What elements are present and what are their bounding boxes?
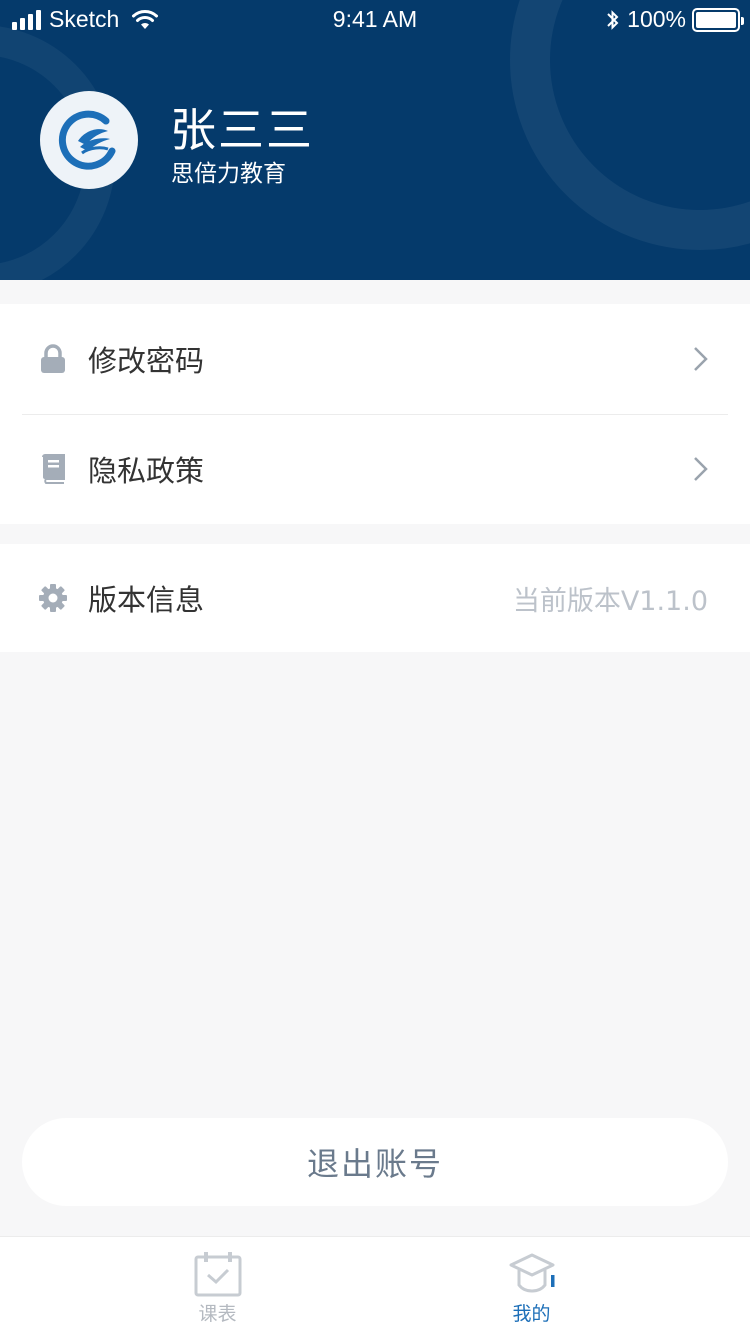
chevron-right-icon [694, 457, 708, 481]
status-bar: Sketch 9:41 AM 100% [0, 0, 750, 40]
chevron-right-icon [694, 347, 708, 371]
tab-mine[interactable]: 我的 [344, 1237, 719, 1336]
version-info-label: 版本信息 [88, 583, 205, 617]
tab-mine-label: 我的 [512, 1303, 551, 1325]
user-name: 张三三 [170, 103, 314, 157]
battery-icon [692, 7, 744, 32]
change-password-label: 修改密码 [88, 344, 205, 378]
tab-schedule-label: 课表 [198, 1303, 237, 1325]
change-password-row[interactable]: 修改密码 [0, 304, 750, 414]
version-info-row[interactable]: 版本信息 当前版本V1.1.0 [0, 544, 750, 652]
settings-group-app: 版本信息 当前版本V1.1.0 [0, 544, 750, 652]
book-icon [38, 454, 68, 484]
tab-bar: 课表 我的 [0, 1236, 750, 1336]
avatar[interactable] [40, 91, 138, 189]
logout-button[interactable]: 退出账号 [22, 1118, 728, 1206]
calendar-check-icon [194, 1252, 241, 1297]
privacy-policy-row[interactable]: 隐私政策 [0, 414, 750, 524]
gear-icon [38, 583, 68, 613]
profile-header: Sketch 9:41 AM 100% 张三三 思倍力教育 [0, 0, 750, 280]
user-organization: 思倍力教育 [171, 161, 286, 187]
version-value: 当前版本V1.1.0 [512, 585, 708, 617]
graduation-cap-icon [509, 1253, 554, 1293]
bluetooth-icon [607, 9, 619, 30]
lock-icon [38, 344, 68, 374]
settings-group-account: 修改密码 隐私政策 [0, 304, 750, 524]
brand-logo [58, 110, 116, 170]
privacy-policy-label: 隐私政策 [88, 454, 205, 488]
battery-percent: 100% [627, 6, 686, 32]
